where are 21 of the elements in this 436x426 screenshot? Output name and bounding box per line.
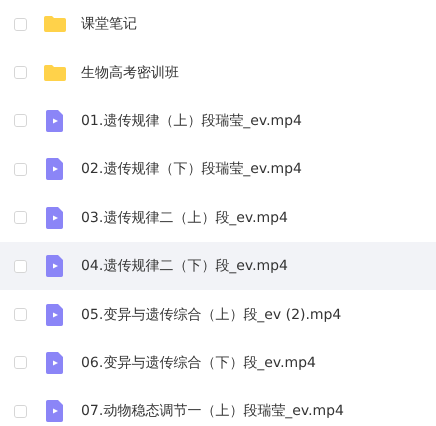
folder-icon — [43, 15, 67, 34]
checkbox[interactable] — [14, 211, 27, 224]
file-name[interactable]: 05.变异与遗传综合（上）段_ev (2).mp4 — [81, 306, 342, 323]
checkbox[interactable] — [14, 356, 27, 370]
file-name[interactable]: 07.动物稳态调节一（上）段瑞莹_ev.mp4 — [81, 403, 344, 420]
file-name[interactable]: 课堂笔记 — [81, 16, 137, 32]
checkbox[interactable] — [14, 308, 27, 322]
file-name[interactable]: 生物高考密训班 — [81, 64, 179, 81]
checkbox[interactable] — [14, 162, 27, 176]
file-row[interactable]: 04.遗传规律二（下）段_ev.mp4 — [0, 242, 436, 290]
checkbox[interactable] — [14, 114, 27, 128]
checkbox[interactable] — [14, 260, 27, 273]
folder-icon — [43, 64, 67, 82]
file-name[interactable]: 01.遗传规律（上）段瑞莹_ev.mp4 — [81, 112, 302, 129]
file-name[interactable]: 04.遗传规律二（下）段_ev.mp4 — [81, 258, 288, 274]
file-name[interactable]: 02.遗传规律（下）段瑞莹_ev.mp4 — [81, 161, 302, 178]
checkbox[interactable] — [14, 404, 27, 418]
checkbox[interactable] — [14, 18, 27, 31]
file-name[interactable]: 06.变异与遗传综合（下）段_ev.mp4 — [81, 354, 316, 371]
file-name[interactable]: 03.遗传规律二（上）段_ev.mp4 — [81, 210, 288, 226]
checkbox[interactable] — [14, 66, 27, 80]
